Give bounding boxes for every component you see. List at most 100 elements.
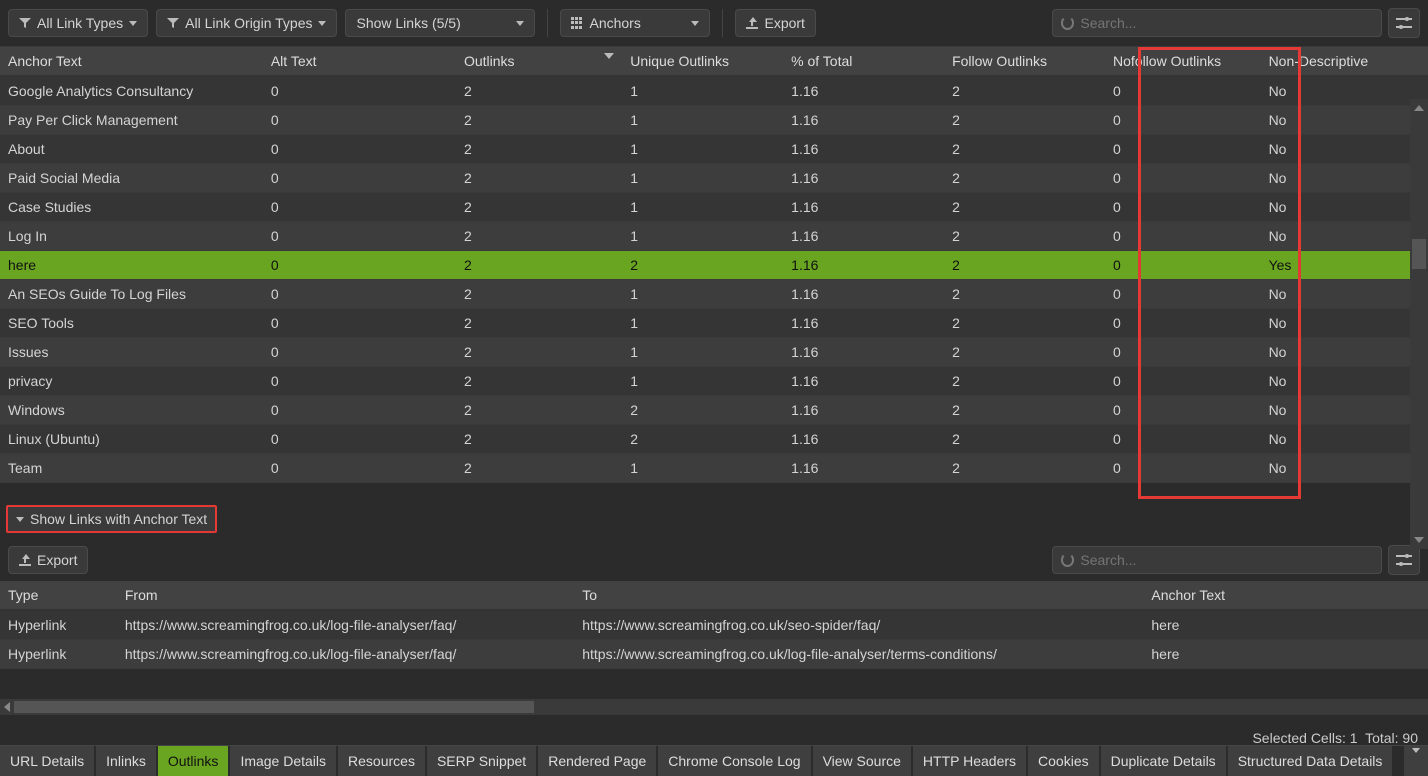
lower-search-options-button[interactable] bbox=[1388, 545, 1420, 575]
table-cell[interactable]: here bbox=[1143, 640, 1428, 669]
table-row[interactable]: Hyperlinkhttps://www.screamingfrog.co.uk… bbox=[0, 640, 1428, 669]
table-cell[interactable]: 0 bbox=[263, 454, 456, 483]
table-cell[interactable]: 2 bbox=[456, 135, 622, 164]
table-cell[interactable]: 0 bbox=[1105, 425, 1261, 454]
search-options-button[interactable] bbox=[1388, 8, 1420, 38]
table-cell[interactable]: 1 bbox=[622, 367, 783, 396]
tab-serp-snippet[interactable]: SERP Snippet bbox=[427, 746, 536, 776]
table-cell[interactable]: 2 bbox=[622, 396, 783, 425]
table-cell[interactable]: 1 bbox=[622, 454, 783, 483]
table-cell[interactable]: No bbox=[1261, 76, 1428, 106]
table-cell[interactable]: 1.16 bbox=[783, 396, 944, 425]
table-row[interactable]: here0221.1620Yes bbox=[0, 251, 1428, 280]
table-cell[interactable]: 2 bbox=[456, 251, 622, 280]
table-cell[interactable]: 1.16 bbox=[783, 367, 944, 396]
table-cell[interactable]: Case Studies bbox=[0, 193, 263, 222]
lower-search-input[interactable] bbox=[1080, 552, 1373, 568]
table-cell[interactable]: 0 bbox=[1105, 367, 1261, 396]
table-cell[interactable]: 1 bbox=[622, 135, 783, 164]
table-cell[interactable]: here bbox=[0, 251, 263, 280]
table-cell[interactable]: 1 bbox=[622, 280, 783, 309]
table-cell[interactable]: No bbox=[1261, 425, 1428, 454]
table-cell[interactable]: 0 bbox=[263, 425, 456, 454]
table-row[interactable]: Case Studies0211.1620No bbox=[0, 193, 1428, 222]
table-cell[interactable]: 0 bbox=[1105, 280, 1261, 309]
table-cell[interactable]: 0 bbox=[263, 164, 456, 193]
table-cell[interactable]: No bbox=[1261, 338, 1428, 367]
table-cell[interactable]: 0 bbox=[263, 338, 456, 367]
table-cell[interactable]: Hyperlink bbox=[0, 610, 117, 640]
anchors-table[interactable]: Anchor TextAlt TextOutlinksUnique Outlin… bbox=[0, 47, 1428, 483]
table-cell[interactable]: 1.16 bbox=[783, 425, 944, 454]
table-cell[interactable]: 1 bbox=[622, 338, 783, 367]
table-cell[interactable]: 2 bbox=[456, 76, 622, 106]
table-cell[interactable]: No bbox=[1261, 222, 1428, 251]
column-header[interactable]: Type bbox=[0, 581, 117, 610]
table-cell[interactable]: 1.16 bbox=[783, 193, 944, 222]
tab-inlinks[interactable]: Inlinks bbox=[96, 746, 156, 776]
table-cell[interactable]: Issues bbox=[0, 338, 263, 367]
horizontal-scrollbar[interactable] bbox=[0, 699, 1428, 715]
table-cell[interactable]: https://www.screamingfrog.co.uk/seo-spid… bbox=[574, 610, 1143, 640]
table-cell[interactable]: 2 bbox=[456, 309, 622, 338]
table-cell[interactable]: 0 bbox=[263, 367, 456, 396]
table-cell[interactable]: 0 bbox=[263, 76, 456, 106]
table-cell[interactable]: 0 bbox=[263, 106, 456, 135]
column-header[interactable]: From bbox=[117, 581, 574, 610]
table-cell[interactable]: https://www.screamingfrog.co.uk/log-file… bbox=[117, 610, 574, 640]
table-row[interactable]: Windows0221.1620No bbox=[0, 396, 1428, 425]
table-cell[interactable]: 2 bbox=[944, 367, 1105, 396]
table-cell[interactable]: 1 bbox=[622, 106, 783, 135]
table-cell[interactable]: privacy bbox=[0, 367, 263, 396]
anchors-dropdown[interactable]: Anchors bbox=[560, 9, 710, 37]
table-cell[interactable]: 2 bbox=[944, 76, 1105, 106]
column-header[interactable]: Anchor Text bbox=[1143, 581, 1428, 610]
table-cell[interactable]: 0 bbox=[1105, 222, 1261, 251]
table-cell[interactable]: Pay Per Click Management bbox=[0, 106, 263, 135]
table-cell[interactable]: No bbox=[1261, 396, 1428, 425]
table-cell[interactable]: 2 bbox=[456, 425, 622, 454]
table-cell[interactable]: 1 bbox=[622, 309, 783, 338]
table-cell[interactable]: 1.16 bbox=[783, 251, 944, 280]
table-row[interactable]: Hyperlinkhttps://www.screamingfrog.co.uk… bbox=[0, 610, 1428, 640]
table-row[interactable]: Pay Per Click Management0211.1620No bbox=[0, 106, 1428, 135]
export-button[interactable]: Export bbox=[735, 9, 815, 37]
table-cell[interactable]: 2 bbox=[944, 396, 1105, 425]
link-types-dropdown[interactable]: All Link Types bbox=[8, 9, 148, 37]
column-header[interactable]: Follow Outlinks bbox=[944, 47, 1105, 76]
column-header[interactable]: Anchor Text bbox=[0, 47, 263, 76]
table-cell[interactable]: 1.16 bbox=[783, 454, 944, 483]
table-cell[interactable]: Windows bbox=[0, 396, 263, 425]
table-row[interactable]: Issues0211.1620No bbox=[0, 338, 1428, 367]
tab-duplicate-details[interactable]: Duplicate Details bbox=[1101, 746, 1226, 776]
search-input-wrap[interactable] bbox=[1052, 9, 1382, 37]
table-cell[interactable]: 0 bbox=[1105, 106, 1261, 135]
lower-export-button[interactable]: Export bbox=[8, 546, 88, 574]
table-cell[interactable]: Paid Social Media bbox=[0, 164, 263, 193]
table-cell[interactable]: 2 bbox=[456, 193, 622, 222]
tab-url-details[interactable]: URL Details bbox=[0, 746, 94, 776]
table-row[interactable]: About0211.1620No bbox=[0, 135, 1428, 164]
table-cell[interactable]: No bbox=[1261, 280, 1428, 309]
table-cell[interactable]: 1 bbox=[622, 76, 783, 106]
table-cell[interactable]: 1.16 bbox=[783, 280, 944, 309]
table-cell[interactable]: 2 bbox=[456, 454, 622, 483]
table-cell[interactable]: 2 bbox=[944, 338, 1105, 367]
table-cell[interactable]: No bbox=[1261, 164, 1428, 193]
table-cell[interactable]: 0 bbox=[1105, 193, 1261, 222]
table-cell[interactable]: 0 bbox=[1105, 454, 1261, 483]
table-cell[interactable]: 2 bbox=[456, 280, 622, 309]
column-header[interactable]: Non-Descriptive bbox=[1261, 47, 1428, 76]
table-cell[interactable]: 2 bbox=[944, 193, 1105, 222]
table-cell[interactable]: 0 bbox=[1105, 309, 1261, 338]
table-cell[interactable]: 0 bbox=[1105, 164, 1261, 193]
table-row[interactable]: Log In0211.1620No bbox=[0, 222, 1428, 251]
table-cell[interactable]: No bbox=[1261, 106, 1428, 135]
lower-search-input-wrap[interactable] bbox=[1052, 546, 1382, 574]
table-cell[interactable]: 1.16 bbox=[783, 135, 944, 164]
table-cell[interactable]: https://www.screamingfrog.co.uk/log-file… bbox=[117, 640, 574, 669]
table-row[interactable]: Paid Social Media0211.1620No bbox=[0, 164, 1428, 193]
table-cell[interactable]: 2 bbox=[944, 454, 1105, 483]
table-cell[interactable]: 1.16 bbox=[783, 222, 944, 251]
tab-resources[interactable]: Resources bbox=[338, 746, 425, 776]
